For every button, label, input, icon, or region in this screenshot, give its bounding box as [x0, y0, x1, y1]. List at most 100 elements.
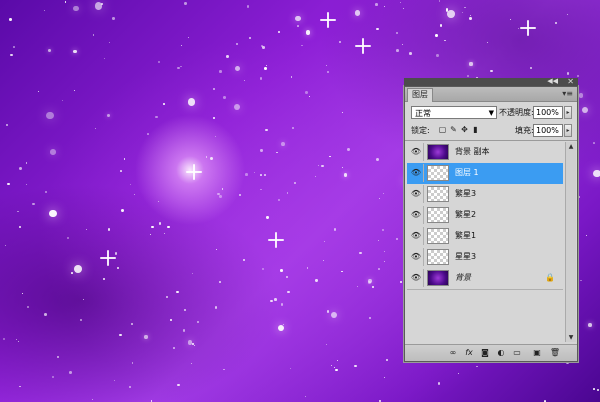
- star-dot: [305, 30, 311, 35]
- star-dot: [372, 285, 375, 288]
- lock-all-icon[interactable]: ▮: [471, 125, 480, 134]
- star-dot: [71, 271, 73, 274]
- eye-icon[interactable]: 👁: [409, 227, 424, 245]
- lock-image-icon[interactable]: ✎: [449, 125, 458, 134]
- new-layer-icon[interactable]: ▣: [531, 347, 543, 358]
- star-dot: [469, 62, 473, 66]
- layer-name: 背景 副本: [455, 147, 490, 156]
- add-mask-icon[interactable]: ◙: [479, 347, 491, 358]
- opacity-input[interactable]: 100%: [533, 106, 563, 119]
- star-dot: [263, 174, 266, 176]
- star-dot: [315, 279, 318, 282]
- star-dot: [167, 225, 170, 229]
- eye-icon[interactable]: 👁: [409, 206, 424, 224]
- fill-slider-button[interactable]: ▸: [564, 124, 572, 137]
- adjustment-layer-icon[interactable]: ◐: [495, 347, 507, 358]
- star-dot: [375, 27, 379, 31]
- tab-layers[interactable]: 图层: [407, 88, 433, 102]
- eye-icon[interactable]: 👁: [409, 164, 424, 182]
- star-dot: [108, 42, 110, 44]
- layer-row[interactable]: 👁 繁星2: [407, 205, 563, 227]
- star-dot: [341, 270, 343, 272]
- layer-row[interactable]: 👁 背景 🔒: [407, 268, 563, 290]
- layer-row[interactable]: 👁 繁星3: [407, 184, 563, 206]
- star-dot: [377, 239, 379, 241]
- link-layers-icon[interactable]: ∞: [447, 347, 459, 358]
- star-dot: [409, 52, 413, 56]
- star-dot: [226, 55, 230, 58]
- sparkle: [268, 232, 284, 248]
- eye-icon[interactable]: 👁: [409, 269, 424, 287]
- star-dot: [260, 188, 262, 190]
- fx-icon[interactable]: fx: [463, 347, 475, 358]
- star-dot: [15, 339, 17, 340]
- star-dot: [12, 46, 15, 48]
- opacity-slider-button[interactable]: ▸: [564, 106, 572, 119]
- star-dot: [184, 2, 188, 5]
- layer-thumbnail: [427, 165, 449, 181]
- star-dot: [260, 174, 262, 176]
- star-dot: [278, 30, 281, 33]
- collapse-icon[interactable]: ◀◀: [547, 77, 558, 85]
- star-dot: [106, 113, 110, 117]
- layer-row[interactable]: 👁 图层 1: [407, 163, 563, 185]
- layer-row[interactable]: 👁 繁星1: [407, 226, 563, 248]
- star-dot: [291, 126, 295, 129]
- fill-label: 填充:: [515, 126, 534, 135]
- star-dot: [400, 2, 402, 4]
- star-dot: [180, 66, 182, 68]
- star-dot: [359, 251, 362, 255]
- star-dot: [187, 98, 195, 106]
- panel-title-strip[interactable]: ◀◀ ✕: [404, 77, 578, 86]
- lock-position-icon[interactable]: ✥: [460, 125, 469, 134]
- layers-panel: ◀◀ ✕ 图层 ▾≡ 正常 ▼ 不透明度: 100% ▸ 锁定: ▢ ✎ ✥ ▮…: [404, 77, 578, 362]
- eye-icon[interactable]: 👁: [409, 248, 424, 266]
- eye-icon[interactable]: 👁: [409, 185, 424, 203]
- layer-thumbnail: [427, 249, 449, 265]
- dropdown-arrow-icon: ▼: [488, 109, 494, 117]
- close-icon[interactable]: ✕: [567, 77, 574, 86]
- star-dot: [162, 103, 165, 106]
- scroll-up-icon[interactable]: ▲: [566, 142, 576, 151]
- delete-layer-icon[interactable]: 🗑: [549, 347, 561, 358]
- star-dot: [277, 325, 284, 332]
- star-dot: [461, 12, 463, 14]
- new-group-icon[interactable]: ▭: [511, 347, 523, 358]
- star-dot: [49, 209, 57, 218]
- star-dot: [82, 298, 85, 301]
- star-dot: [509, 18, 511, 20]
- star-dot: [382, 193, 384, 195]
- star-dot: [107, 228, 111, 231]
- star-dot: [147, 133, 149, 135]
- layer-row[interactable]: 👁 星星3: [407, 247, 563, 269]
- sparkle: [320, 12, 336, 28]
- fill-input[interactable]: 100%: [533, 124, 563, 137]
- panel-menu-icon[interactable]: ▾≡: [562, 89, 573, 98]
- lock-transparency-icon[interactable]: ▢: [438, 125, 447, 134]
- star-dot: [266, 216, 269, 219]
- lock-label: 锁定:: [411, 126, 430, 135]
- eye-icon[interactable]: 👁: [409, 143, 424, 161]
- layer-row[interactable]: 👁 背景 副本: [407, 142, 563, 164]
- star-dot: [375, 158, 379, 161]
- star-dot: [401, 43, 403, 46]
- star-dot: [346, 148, 350, 152]
- layer-thumbnail: [427, 207, 449, 223]
- lock-icon: 🔒: [545, 273, 555, 282]
- layer-list-scrollbar[interactable]: ▲ ▼: [565, 142, 576, 342]
- scroll-down-icon[interactable]: ▼: [566, 333, 576, 342]
- star-dot: [183, 329, 186, 332]
- star-dot: [287, 291, 290, 294]
- star-dot: [464, 6, 466, 9]
- star-dot: [270, 299, 273, 303]
- star-dot: [378, 268, 380, 271]
- star-dot: [243, 80, 245, 82]
- panel-divider: [405, 140, 577, 141]
- star-dot: [163, 233, 165, 235]
- blend-mode-select[interactable]: 正常 ▼: [411, 106, 497, 119]
- star-dot: [3, 337, 6, 340]
- star-dot: [173, 346, 175, 349]
- star-dot: [259, 77, 263, 80]
- sparkle: [355, 38, 371, 54]
- star-dot: [355, 10, 361, 16]
